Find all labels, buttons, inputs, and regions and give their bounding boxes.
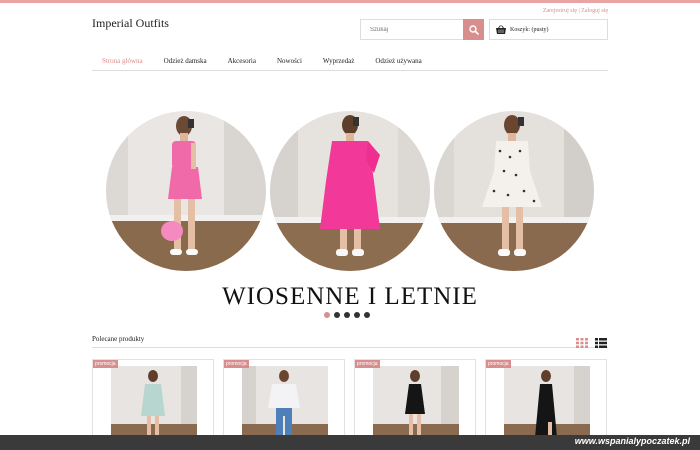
watermark-text: www.wspanialypoczatek.pl <box>574 436 690 446</box>
nav-item-womens-clothing[interactable]: Odzież damska <box>164 54 207 65</box>
nav-item-accessories[interactable]: Akcesoria <box>228 54 256 65</box>
cart-button[interactable]: Koszyk: (pusty) <box>489 19 608 40</box>
promo-badge: promocja <box>355 360 380 368</box>
search-input[interactable] <box>361 20 465 39</box>
promo-badge: promocja <box>486 360 511 368</box>
list-view-button[interactable] <box>595 335 607 353</box>
watermark-bar: www.wspanialypoczatek.pl <box>0 435 700 450</box>
cart-label: Koszyk: (pusty) <box>510 26 549 33</box>
slider-dot-1[interactable] <box>324 312 330 318</box>
slider-dot-2[interactable] <box>334 312 340 318</box>
hero-slider: WIOSENNE I LETNIE <box>92 100 608 322</box>
section-title: Polecane produkty <box>92 335 145 343</box>
slider-dot-3[interactable] <box>344 312 350 318</box>
main-nav: Strona główna Odzież damska Akcesoria No… <box>92 54 608 71</box>
search-box <box>360 19 484 40</box>
featured-products-header: Polecane produkty <box>92 333 608 348</box>
slider-dots <box>324 312 374 318</box>
slider-dot-4[interactable] <box>354 312 360 318</box>
promo-badge: promocja <box>93 360 118 368</box>
nav-item-used-clothing[interactable]: Odzież używana <box>375 54 421 65</box>
slide-photo-pink-outfit <box>106 111 266 271</box>
site-logo[interactable]: Imperial Outfits <box>92 16 169 31</box>
nav-item-sale[interactable]: Wyprzedaż <box>323 54 354 65</box>
grid-view-button[interactable] <box>576 335 588 353</box>
nav-item-new[interactable]: Nowości <box>277 54 302 65</box>
slide-photo-white-dress <box>434 111 594 271</box>
register-link[interactable]: Zarejestruj się <box>543 8 577 14</box>
grid-view-icon <box>576 338 588 348</box>
nav-item-home[interactable]: Strona główna <box>102 54 143 65</box>
account-links: Zarejestruj się | Zaloguj się <box>530 8 608 14</box>
slide-photo-pink-dress <box>270 111 430 271</box>
account-separator: | <box>578 8 580 14</box>
slider-dot-5[interactable] <box>364 312 370 318</box>
search-icon <box>468 24 479 35</box>
search-button[interactable] <box>463 19 484 40</box>
login-link[interactable]: Zaloguj się <box>581 8 608 14</box>
top-accent-bar <box>0 0 700 3</box>
slide-title: WIOSENNE I LETNIE <box>222 283 478 310</box>
basket-icon <box>496 24 506 34</box>
list-view-icon <box>595 338 607 348</box>
promo-badge: promocja <box>224 360 249 368</box>
